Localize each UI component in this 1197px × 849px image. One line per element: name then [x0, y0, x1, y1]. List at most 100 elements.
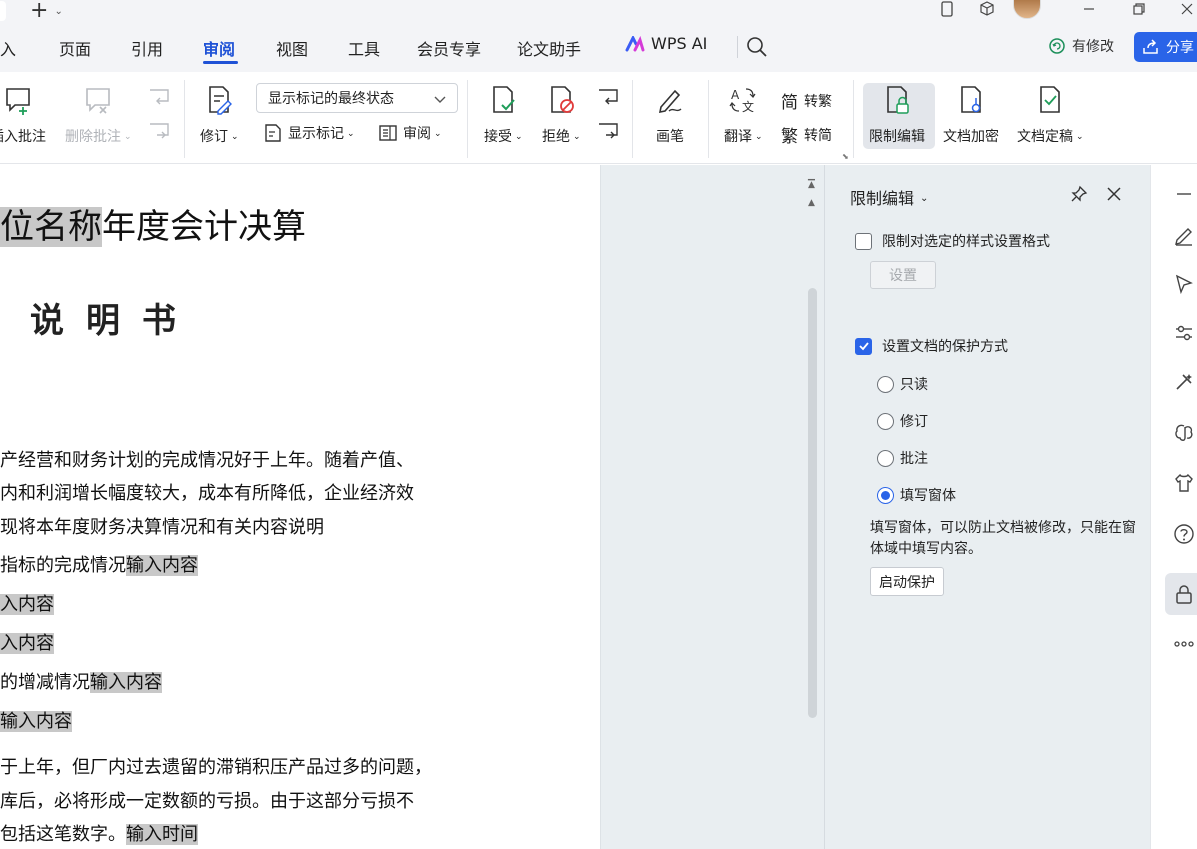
doc-line: 库后，必将形成一定数额的亏损。由于这部分亏损不: [0, 791, 414, 812]
comment-delete-icon: [82, 84, 114, 116]
reject-button[interactable]: 拒绝 ⌄: [542, 84, 581, 146]
finalize-button[interactable]: 文档定稿 ⌄: [1017, 84, 1084, 146]
close-window-icon[interactable]: [1177, 0, 1197, 18]
chevron-down-icon: [434, 96, 446, 103]
chevron-down-icon: ⌄: [920, 192, 929, 204]
radio-button-selected[interactable]: [877, 486, 894, 504]
menu-tab-insert[interactable]: 插入: [0, 36, 16, 60]
restore-icon[interactable]: [1129, 0, 1149, 18]
settings-button[interactable]: 设置: [870, 261, 936, 289]
cloud-sync-icon: [1049, 38, 1065, 54]
active-tab-indicator: [203, 61, 238, 64]
pane-title[interactable]: 限制编辑 ⌄: [850, 185, 928, 209]
protect-mode-checkbox[interactable]: 设置文档的保护方式: [855, 336, 1008, 356]
shirt-icon[interactable]: [1171, 470, 1197, 496]
radio-readonly[interactable]: 只读: [877, 374, 928, 394]
prev-change-icon[interactable]: [597, 88, 619, 112]
next-change-icon[interactable]: [597, 122, 619, 146]
translate-button[interactable]: A文 翻译 ⌄: [724, 84, 763, 146]
radio-revise[interactable]: 修订: [877, 411, 928, 431]
search-icon[interactable]: [746, 36, 768, 62]
share-button[interactable]: 分享: [1134, 32, 1197, 62]
radio-readonly-label: 只读: [900, 377, 928, 393]
sliders-icon[interactable]: [1171, 320, 1197, 346]
comment-add-icon: [2, 84, 34, 116]
document-tab-stub[interactable]: [0, 1, 6, 21]
vertical-scrollbar[interactable]: [808, 288, 817, 718]
start-protection-button[interactable]: 启动保护: [870, 567, 944, 596]
radio-fill-form[interactable]: 填写窗体: [877, 485, 956, 505]
input-field[interactable]: 输入内容: [90, 672, 162, 693]
modified-status[interactable]: 有修改: [1048, 36, 1114, 56]
doc-line: 入内容: [0, 590, 54, 616]
modified-status-label: 有修改: [1072, 39, 1114, 55]
revise-button[interactable]: 修订 ⌄: [200, 84, 239, 146]
reject-doc-icon: [545, 84, 577, 116]
radio-button[interactable]: [877, 412, 894, 430]
restrict-format-checkbox[interactable]: 限制对选定的样式设置格式: [855, 231, 1050, 251]
menu-tab-page[interactable]: 页面: [59, 36, 91, 60]
encrypt-button[interactable]: 文档加密: [943, 84, 999, 146]
menu-tab-view[interactable]: 视图: [276, 36, 308, 60]
chevron-down-icon: ⌄: [1076, 132, 1084, 142]
edit-pen-icon[interactable]: [1171, 222, 1197, 248]
radio-comment[interactable]: 批注: [877, 448, 928, 468]
accept-doc-icon: [487, 84, 519, 116]
input-field[interactable]: 入内容: [0, 633, 54, 654]
menu-tab-thesis[interactable]: 论文助手: [517, 36, 581, 60]
radio-fill-form-label: 填写窗体: [900, 488, 956, 504]
insert-comment-button[interactable]: 插入批注: [0, 84, 46, 146]
menu-tab-review[interactable]: 审阅: [203, 36, 235, 60]
wps-ai-button[interactable]: WPS AI: [625, 34, 707, 53]
pin-icon[interactable]: [1070, 185, 1088, 207]
menu-tab-reference[interactable]: 引用: [131, 36, 163, 60]
split-handle-icon[interactable]: ▁ ▲ ▲: [808, 172, 815, 208]
next-comment-icon[interactable]: [148, 122, 170, 146]
cube-icon[interactable]: [977, 0, 997, 18]
pen-button[interactable]: 画笔: [654, 84, 686, 146]
radio-button[interactable]: [877, 375, 894, 393]
chevron-down-icon[interactable]: ⌄: [54, 6, 62, 17]
minimize-icon[interactable]: [1079, 0, 1099, 18]
menu-tab-member[interactable]: 会员专享: [417, 36, 481, 60]
menu-tab-tools[interactable]: 工具: [348, 36, 380, 60]
restrict-edit-button[interactable]: 限制编辑: [869, 84, 925, 146]
markup-state-select[interactable]: 显示标记的最终状态: [256, 83, 458, 113]
checkbox-unchecked[interactable]: [855, 232, 872, 250]
input-field[interactable]: 入内容: [0, 594, 54, 615]
protection-description: 填写窗体，可以防止文档被修改，只能在窗体域中填写内容。: [870, 520, 1136, 557]
doc-line: 现将本年度财务决算情况和有关内容说明: [0, 517, 324, 538]
to-simplified-button[interactable]: 繁 转简: [781, 122, 832, 147]
brain-icon[interactable]: [1171, 420, 1197, 446]
review-pane-button[interactable]: 审阅 ⌄: [378, 123, 442, 143]
revise-doc-icon: [203, 84, 235, 116]
tablet-mode-icon[interactable]: [937, 0, 957, 18]
accept-button[interactable]: 接受 ⌄: [484, 84, 523, 146]
restrict-edit-icon: [881, 84, 913, 116]
pointer-icon[interactable]: [1171, 271, 1197, 297]
input-field[interactable]: 输入时间: [126, 824, 198, 845]
ribbon-divider: [853, 80, 854, 158]
help-icon[interactable]: [1171, 521, 1197, 547]
input-field[interactable]: 输入内容: [0, 711, 72, 732]
to-traditional-label: 转繁: [804, 93, 832, 110]
more-icon[interactable]: [1171, 631, 1197, 657]
new-tab-icon[interactable]: +: [30, 0, 48, 22]
document-page[interactable]: 位名称年度会计决算 说明书 产经营和财务计划的完成情况好于上年。随着产值、 内和…: [0, 165, 600, 849]
share-label: 分享: [1166, 40, 1194, 56]
delete-comment-button[interactable]: 删除批注 ⌄: [65, 84, 132, 146]
user-avatar[interactable]: [1013, 0, 1041, 19]
collapse-icon[interactable]: [1171, 181, 1197, 207]
radio-button[interactable]: [877, 449, 894, 467]
close-icon[interactable]: [1105, 185, 1123, 207]
doc-line: 包括这笔数字。输入时间: [0, 824, 198, 845]
magic-tools-icon[interactable]: [1171, 369, 1197, 395]
dialog-launcher-icon[interactable]: ⬊: [842, 152, 849, 161]
input-field[interactable]: 输入内容: [126, 555, 198, 576]
show-markup-button[interactable]: 显示标记 ⌄: [263, 123, 355, 143]
to-traditional-button[interactable]: 简 转繁: [781, 88, 832, 113]
title-field-highlight[interactable]: 位名称: [0, 207, 102, 247]
lock-icon[interactable]: [1171, 581, 1197, 607]
prev-comment-icon[interactable]: [148, 88, 170, 112]
checkbox-checked[interactable]: [855, 337, 872, 355]
